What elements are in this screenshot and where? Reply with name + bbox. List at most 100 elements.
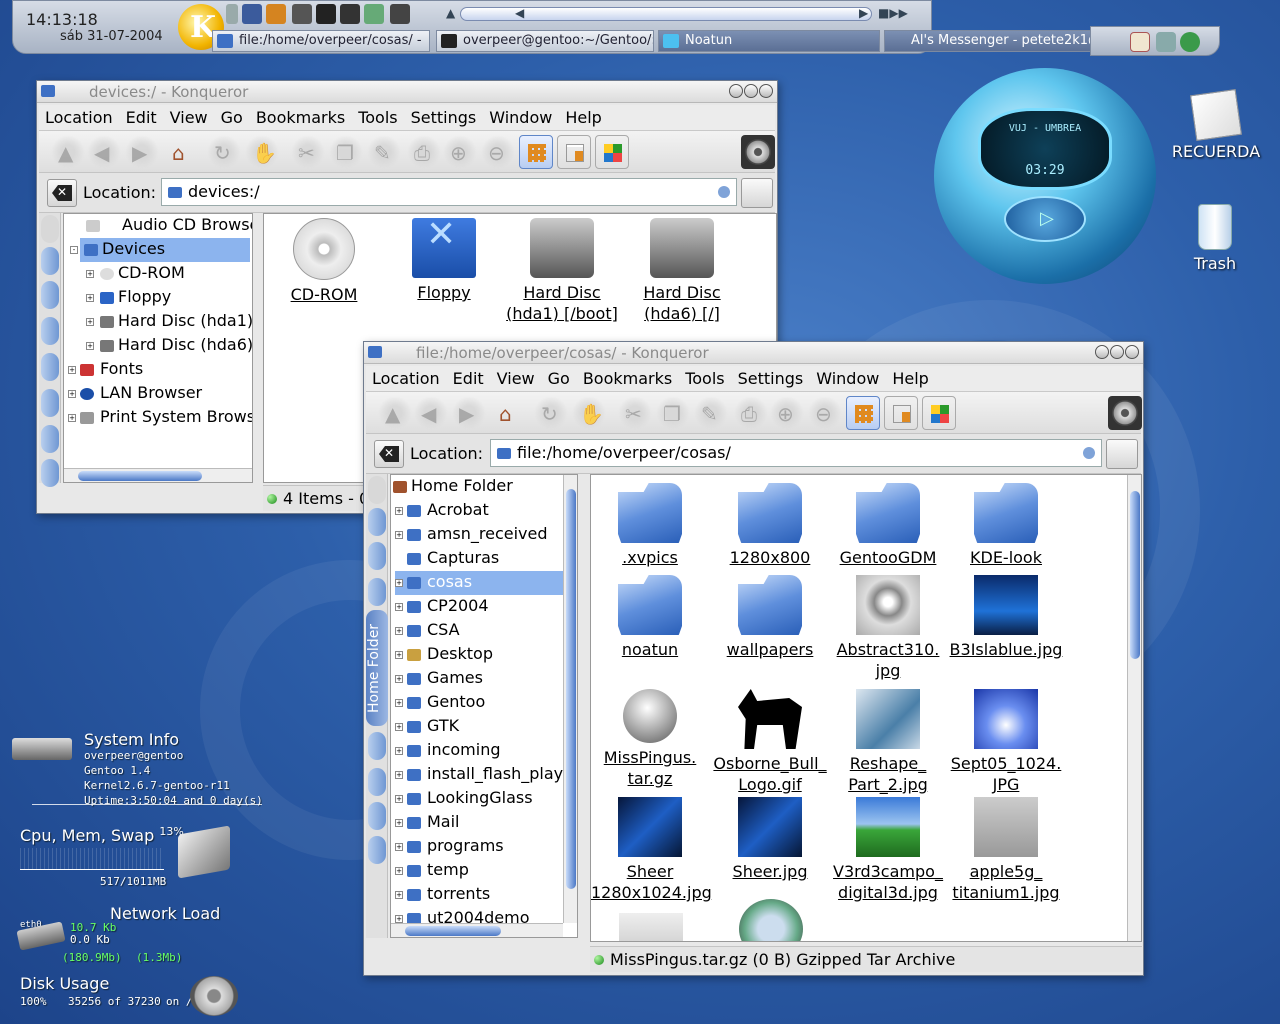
stop-button[interactable]: ✋ (572, 396, 606, 430)
tree-hscrollbar[interactable] (391, 923, 563, 937)
expand-icon[interactable]: + (395, 723, 403, 731)
back-button[interactable]: ◀ (87, 135, 121, 169)
file-item[interactable]: GentooGDM (829, 483, 947, 568)
media-tab[interactable] (368, 732, 386, 760)
tree-view-button[interactable] (557, 135, 591, 169)
network-tab[interactable] (368, 768, 386, 796)
tree-hscrollbar[interactable] (64, 468, 252, 482)
throbber[interactable] (1108, 396, 1142, 430)
tree-item[interactable]: + Floppy (86, 286, 171, 310)
expand-icon[interactable]: + (68, 390, 76, 398)
copy-button[interactable]: ❐ (329, 135, 363, 169)
multi-view-button[interactable] (922, 396, 956, 430)
file-item[interactable]: Sept05_1024. JPG (947, 689, 1065, 795)
minimize-button[interactable] (729, 84, 743, 98)
expand-icon[interactable]: + (395, 843, 403, 851)
up-button[interactable]: ▲ (51, 135, 85, 169)
tree-item[interactable]: + Gentoo (395, 691, 485, 715)
tree-item[interactable]: + CSA (395, 619, 460, 643)
tree-item[interactable]: + torrents (395, 883, 490, 907)
zoom-in-button[interactable]: ⊕ (770, 396, 804, 430)
network-tab[interactable] (41, 425, 59, 453)
home-tab[interactable] (41, 353, 59, 381)
up-button[interactable]: ▲ (378, 396, 412, 430)
menu-location[interactable]: Location (366, 366, 447, 388)
gimp-launcher-icon[interactable] (292, 4, 312, 24)
expand-icon[interactable]: + (395, 819, 403, 827)
file-item[interactable]: Sheer.jpg (711, 797, 829, 882)
tree-item-home[interactable]: Home Folder (393, 475, 513, 499)
tree-item[interactable]: + Hard Disc (hda1) [ (86, 310, 252, 334)
expand-icon[interactable]: + (395, 531, 403, 539)
tux-launcher-icon[interactable] (316, 4, 336, 24)
menu-bookmarks[interactable]: Bookmarks (577, 366, 679, 388)
pager-right-icon[interactable]: ▶ (859, 6, 868, 20)
pager-track[interactable]: ◀ ▶ (460, 6, 872, 21)
expand-icon[interactable]: + (86, 294, 94, 302)
tree-item-selected[interactable]: - Devices (70, 238, 250, 262)
reload-button[interactable]: ↻ (207, 135, 241, 169)
scroll-thumb[interactable] (566, 489, 576, 889)
icon-view-button[interactable] (846, 396, 880, 430)
file-item[interactable]: Sheer 1280x1024.jpg (591, 797, 712, 903)
desktop-icon-recuerda[interactable]: RECUERDA (1168, 89, 1264, 161)
copy-button[interactable]: ❐ (656, 396, 690, 430)
expand-icon[interactable]: + (395, 627, 403, 635)
menu-window[interactable]: Window (810, 366, 886, 388)
device-item-floppy[interactable]: ✕ Floppy (394, 217, 494, 303)
update-tray-icon[interactable] (1180, 32, 1200, 52)
tree-item[interactable]: Capturas (395, 547, 499, 571)
task-terminal[interactable]: overpeer@gentoo:~/Gentoo/: (436, 30, 654, 52)
bookmarks-tab[interactable] (41, 247, 59, 275)
bookmarks-tab[interactable] (368, 508, 386, 536)
noatun-player[interactable]: VUJ - UMBREA 03:29 ▷ (934, 68, 1156, 284)
expand-icon[interactable]: + (395, 747, 403, 755)
device-item-hda6[interactable]: Hard Disc (hda6) [/] (622, 218, 742, 324)
go-button[interactable] (1106, 439, 1138, 469)
menu-settings[interactable]: Settings (405, 105, 484, 127)
collapse-icon[interactable]: - (70, 246, 78, 254)
expand-icon[interactable]: + (68, 414, 76, 422)
konqueror-launcher-icon[interactable] (242, 4, 262, 24)
desktop-icon-trash[interactable]: Trash (1180, 204, 1250, 273)
tree-item[interactable]: + LAN Browser (68, 382, 202, 406)
multi-view-button[interactable] (595, 135, 629, 169)
file-item[interactable]: wallpapers (711, 575, 829, 660)
print-button[interactable]: ⎙ (734, 396, 768, 430)
tree-item[interactable]: + Games (395, 667, 483, 691)
firefox-launcher-icon[interactable] (266, 4, 286, 24)
cut-button[interactable]: ✂ (291, 135, 325, 169)
task-messenger[interactable]: Al's Messenger - petete2k1@l (884, 30, 1104, 52)
menu-go[interactable]: Go (542, 366, 577, 388)
zoom-out-button[interactable]: ⊖ (808, 396, 842, 430)
sidebar-config-tab[interactable] (368, 476, 386, 504)
tree-view-button[interactable] (884, 396, 918, 430)
tree-vscrollbar[interactable] (563, 475, 577, 923)
expand-icon[interactable]: + (395, 867, 403, 875)
location-input[interactable]: file:/home/overpeer/cosas/ (490, 439, 1102, 467)
close-button[interactable] (1125, 345, 1139, 359)
tree-item[interactable]: + Desktop (395, 643, 493, 667)
view-vscrollbar[interactable] (1127, 475, 1141, 941)
file-item[interactable]: noatun (591, 575, 709, 660)
tree-item[interactable]: + install_flash_playe (395, 763, 573, 787)
pager-up-icon[interactable]: ▲ (446, 6, 455, 20)
file-item[interactable]: apple5g_ titanium1.jpg (947, 797, 1065, 903)
scroll-thumb[interactable] (405, 926, 501, 936)
menu-view[interactable]: View (491, 366, 542, 388)
task-noatun[interactable]: Noatun (658, 30, 880, 52)
expand-icon[interactable]: + (395, 891, 403, 899)
tree-item[interactable]: + GTK (395, 715, 459, 739)
clock[interactable]: 14:13:18 sáb 31-07-2004 (26, 10, 166, 44)
device-item-cdrom[interactable]: CD-ROM (274, 218, 374, 305)
expand-icon[interactable]: + (86, 270, 94, 278)
messenger-launcher-icon[interactable] (364, 4, 384, 24)
devices-tab[interactable] (368, 542, 386, 570)
pager-left-icon[interactable]: ◀ (515, 6, 524, 20)
forward-button[interactable]: ▶ (452, 396, 486, 430)
tree-item[interactable]: + CP2004 (395, 595, 489, 619)
minimize-button[interactable] (1095, 345, 1109, 359)
menu-edit[interactable]: Edit (447, 366, 491, 388)
history-tab[interactable] (368, 578, 386, 606)
media-tab[interactable] (41, 389, 59, 417)
